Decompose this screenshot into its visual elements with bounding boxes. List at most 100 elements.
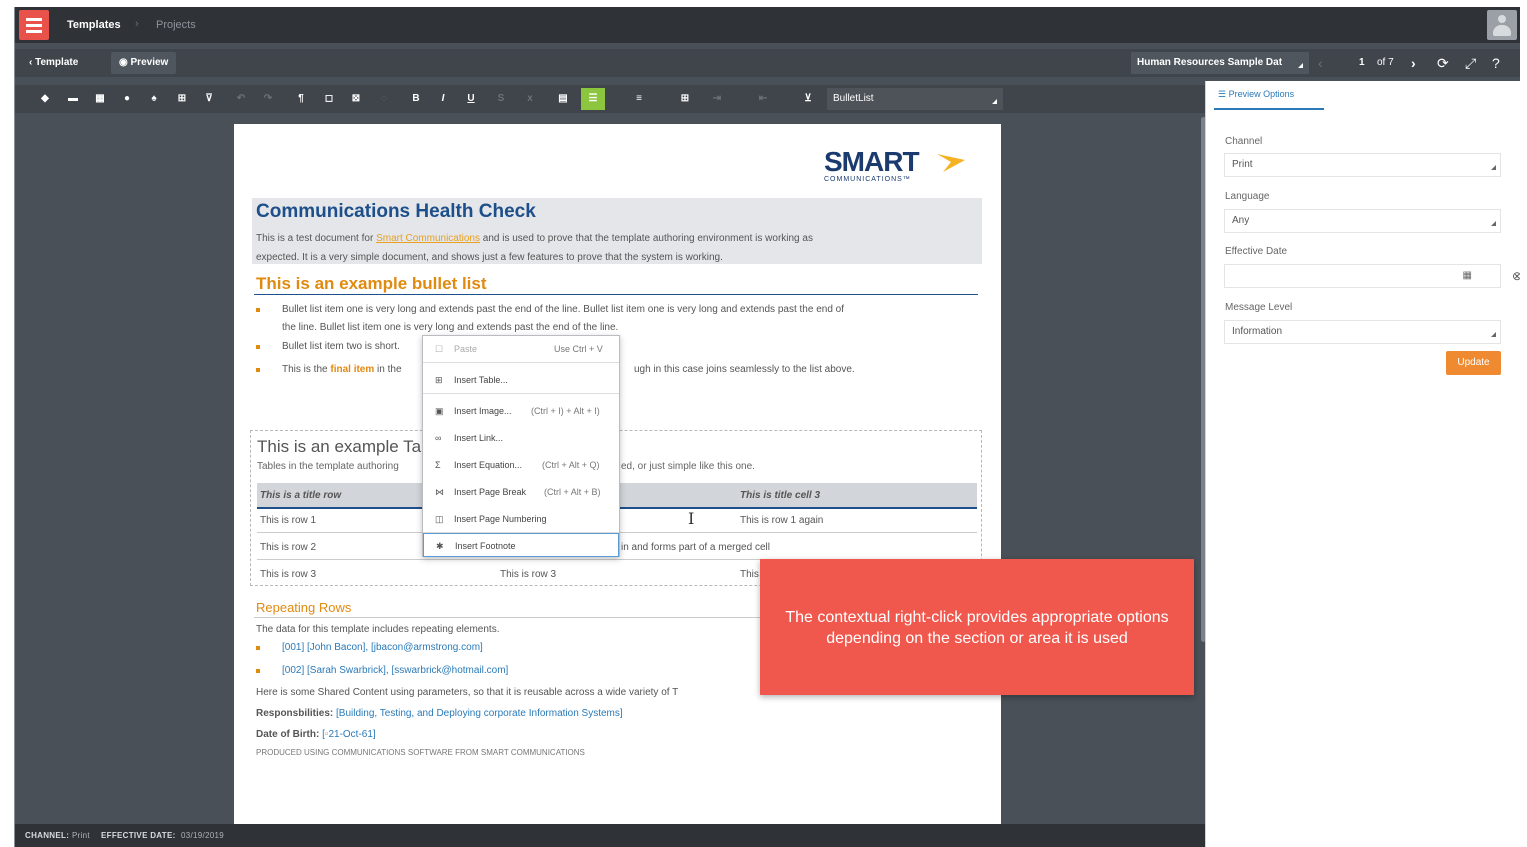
nav-bar: ‹ Template ◉ Preview Human Resources Sam… xyxy=(15,49,1520,77)
footnote-icon: ✱ xyxy=(436,541,444,551)
effective-date-value: 03/19/2019 xyxy=(181,831,225,840)
find-icon[interactable]: ⊞ xyxy=(174,91,190,107)
frame-icon[interactable]: ◻ xyxy=(321,91,337,107)
table-cell[interactable]: This is row 3 xyxy=(500,569,556,580)
effective-date-field-label: Effective Date xyxy=(1225,246,1288,257)
block-icon[interactable]: ▦ xyxy=(92,91,108,107)
breadcrumb-projects[interactable]: Projects xyxy=(156,19,196,31)
status-bar: CHANNEL: Print EFFECTIVE DATE: 03/19/201… xyxy=(15,824,1205,847)
bullet-list-heading: This is an example bullet list xyxy=(256,274,487,293)
undo-icon[interactable]: ↶ xyxy=(233,91,249,107)
bullet-dot xyxy=(256,669,260,673)
edit-box-icon[interactable]: ⊠ xyxy=(348,91,364,107)
table-intro: Tables in the template authoring xyxy=(257,461,399,472)
rep-item1-text: [001] [John Bacon], [jbacon@armstrong.co… xyxy=(282,642,483,653)
document-select-value: Human Resources Sample Dat xyxy=(1137,57,1283,68)
table-cell[interactable]: in and forms part of a merged cell xyxy=(621,542,770,553)
update-button[interactable]: Update xyxy=(1446,351,1501,375)
redo-icon[interactable]: ↷ xyxy=(260,91,276,107)
table-cell[interactable]: This xyxy=(740,569,759,580)
user-avatar-icon[interactable] xyxy=(1487,10,1517,40)
menu-item-insert-table[interactable]: ⊞ Insert Table... xyxy=(423,367,619,393)
menu-item-insert-page-numbering[interactable]: ◫ Insert Page Numbering xyxy=(423,506,619,532)
message-level-select[interactable]: Information xyxy=(1224,320,1501,344)
bullet-dot xyxy=(256,308,260,312)
table-cell[interactable]: This is row 3 xyxy=(260,569,316,580)
editor-toolbar: ◆ ▬ ▦ ● ♠ ⊞ ⊽ ↶ ↷ ¶ ◻ ⊠ ◌ B I U S x ▤ ☰ … xyxy=(15,85,1205,113)
indent-icon[interactable]: ⇥ xyxy=(709,91,725,107)
channel-select-value: Print xyxy=(1232,159,1253,170)
menu-label: Insert Link... xyxy=(454,433,504,443)
smart-communications-logo: SMART COMMUNICATIONS™ xyxy=(824,146,965,183)
format-icon[interactable]: ◌ xyxy=(376,91,392,107)
effective-date-input[interactable]: ▦ ⊗ xyxy=(1224,264,1520,288)
channel-label: CHANNEL: xyxy=(25,831,70,840)
fullscreen-icon[interactable]: ⤢ xyxy=(1465,54,1476,72)
bullet1-line1: Bullet list item one is very long and ex… xyxy=(282,304,844,315)
table-intro-right: ed, or just simple like this one. xyxy=(621,461,755,472)
back-to-template-button[interactable]: ‹ Template xyxy=(21,52,86,74)
rep-item2-text: [002] [Sarah Swarbrick], [sswarbrick@hot… xyxy=(282,665,509,676)
help-icon[interactable]: ? xyxy=(1492,54,1500,72)
menu-shortcut: (Ctrl + Alt + B) xyxy=(544,487,601,497)
tab-label: Preview Options xyxy=(1228,89,1295,99)
top-bar: Templates › Projects xyxy=(15,7,1520,43)
italic-icon[interactable]: I xyxy=(435,91,451,107)
health-text-pre: This is a test document for xyxy=(256,233,377,244)
menu-icon[interactable] xyxy=(19,10,49,40)
logo-sub: COMMUNICATIONS™ xyxy=(824,176,911,183)
bullet-list-icon[interactable]: ☰ xyxy=(581,88,605,110)
image-icon: ▣ xyxy=(435,406,444,416)
clear-date-icon[interactable]: ⊗ xyxy=(1512,265,1520,287)
tab-preview-options[interactable]: ☰ Preview Options xyxy=(1218,89,1294,100)
dropdown-icon xyxy=(992,99,997,104)
preview-button[interactable]: ◉ Preview xyxy=(111,52,177,74)
menu-item-insert-page-break[interactable]: ⋈ Insert Page Break (Ctrl + Alt + B) xyxy=(423,479,619,505)
numbered-list-icon[interactable]: ≡ xyxy=(631,91,647,107)
bullet2-text: Bullet list item two is short. xyxy=(282,341,400,352)
align-icon[interactable]: ▤ xyxy=(555,91,571,107)
breadcrumb-templates[interactable]: Templates xyxy=(67,19,121,31)
section-icon[interactable]: ◆ xyxy=(37,91,53,107)
document-select[interactable]: Human Resources Sample Dat xyxy=(1131,52,1309,74)
superscript-icon[interactable]: x xyxy=(522,91,538,107)
menu-item-paste[interactable]: ☐ Paste Use Ctrl + V xyxy=(423,336,619,362)
strike-icon[interactable]: S xyxy=(493,91,509,107)
field-icon[interactable]: ♠ xyxy=(146,91,162,107)
bold-icon[interactable]: B xyxy=(408,91,424,107)
table-icon[interactable]: ⊞ xyxy=(677,91,693,107)
style-icon[interactable]: ⊻ xyxy=(800,91,816,107)
style-select[interactable]: BulletList xyxy=(827,88,1003,110)
menu-item-insert-footnote[interactable]: ✱ Insert Footnote xyxy=(423,533,619,557)
shape-icon[interactable]: ● xyxy=(119,91,135,107)
shared-content-text: Here is some Shared Content using parame… xyxy=(256,687,679,698)
language-select-value: Any xyxy=(1232,215,1250,226)
channel-select[interactable]: Print xyxy=(1224,153,1501,177)
smart-communications-link[interactable]: Smart Communications xyxy=(376,233,480,244)
menu-item-insert-image[interactable]: ▣ Insert Image... (Ctrl + I) + Alt + I) xyxy=(423,398,619,424)
preview-options-panel: ☰ Preview Options Channel Print Language… xyxy=(1205,81,1520,847)
refresh-icon[interactable]: ⟳ xyxy=(1437,54,1449,72)
spellcheck-icon[interactable]: ⊽ xyxy=(201,91,217,107)
page-total: of 7 xyxy=(1377,57,1394,68)
underline-icon[interactable]: U xyxy=(463,91,479,107)
menu-item-insert-link[interactable]: ∞ Insert Link... xyxy=(423,425,619,451)
dropdown-icon xyxy=(1491,165,1496,170)
table-cell[interactable]: This is row 1 xyxy=(260,515,316,526)
prev-page-icon[interactable]: ‹ xyxy=(1318,54,1323,72)
table-cell[interactable]: This is row 2 xyxy=(260,542,316,553)
page-current[interactable]: 1 xyxy=(1359,52,1365,74)
next-page-icon[interactable]: › xyxy=(1411,54,1416,72)
calendar-icon[interactable]: ▦ xyxy=(1463,265,1472,287)
image-icon[interactable]: ▬ xyxy=(65,91,81,107)
menu-separator xyxy=(423,393,619,394)
language-select[interactable]: Any xyxy=(1224,209,1501,233)
menu-label: Insert Equation... xyxy=(454,460,523,470)
dropdown-icon xyxy=(1491,332,1496,337)
menu-item-insert-equation[interactable]: Σ Insert Equation... (Ctrl + Alt + Q) xyxy=(423,452,619,478)
table-cell[interactable]: This is row 1 again xyxy=(740,515,823,526)
health-check-title: Communications Health Check xyxy=(256,201,536,222)
bullet3-text: This is the final item in the xyxy=(282,361,402,379)
paragraph-icon[interactable]: ¶ xyxy=(293,91,309,107)
outdent-icon[interactable]: ⇤ xyxy=(755,91,771,107)
